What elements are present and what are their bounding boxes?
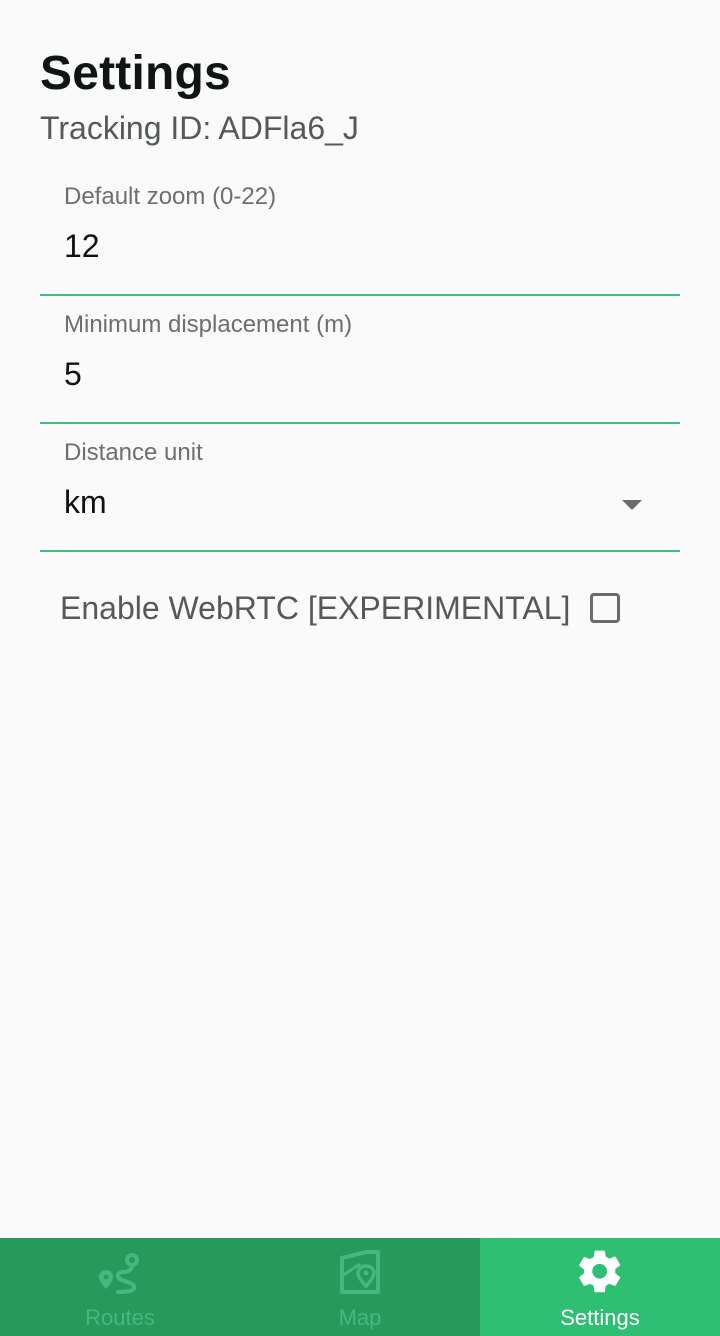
map-icon bbox=[340, 1250, 380, 1294]
nav-label-map: Map bbox=[338, 1305, 382, 1330]
bottom-navigation: Routes Map Settings bbox=[0, 1238, 720, 1336]
nav-item-map[interactable]: Map bbox=[240, 1238, 480, 1336]
nav-label-routes: Routes bbox=[85, 1305, 155, 1330]
min-displacement-label: Minimum displacement (m) bbox=[64, 311, 353, 338]
gear-icon bbox=[579, 1250, 621, 1293]
default-zoom-field[interactable]: Default zoom (0-22) bbox=[40, 168, 680, 296]
webrtc-label: Enable WebRTC [EXPERIMENTAL] bbox=[60, 590, 571, 626]
page-title: Settings bbox=[40, 47, 231, 100]
min-displacement-input[interactable] bbox=[64, 354, 624, 394]
webrtc-checkbox[interactable] bbox=[590, 593, 621, 623]
nav-label-settings: Settings bbox=[560, 1305, 640, 1330]
distance-unit-label: Distance unit bbox=[64, 439, 203, 466]
webrtc-toggle-row[interactable]: Enable WebRTC [EXPERIMENTAL] bbox=[60, 584, 621, 632]
route-icon bbox=[99, 1253, 139, 1294]
default-zoom-input[interactable] bbox=[64, 226, 624, 266]
nav-item-settings[interactable]: Settings bbox=[480, 1238, 720, 1336]
distance-unit-dropdown[interactable]: Distance unit km bbox=[40, 424, 680, 552]
nav-item-routes[interactable]: Routes bbox=[0, 1238, 240, 1336]
default-zoom-label: Default zoom (0-22) bbox=[64, 183, 277, 210]
min-displacement-field[interactable]: Minimum displacement (m) bbox=[40, 296, 680, 424]
distance-unit-value[interactable]: km bbox=[64, 482, 624, 522]
settings-screen: Settings Tracking ID: ADFla6_J Default z… bbox=[0, 0, 720, 1238]
tracking-id-text: Tracking ID: ADFla6_J bbox=[40, 110, 359, 146]
dropdown-arrow-icon[interactable] bbox=[622, 500, 642, 510]
